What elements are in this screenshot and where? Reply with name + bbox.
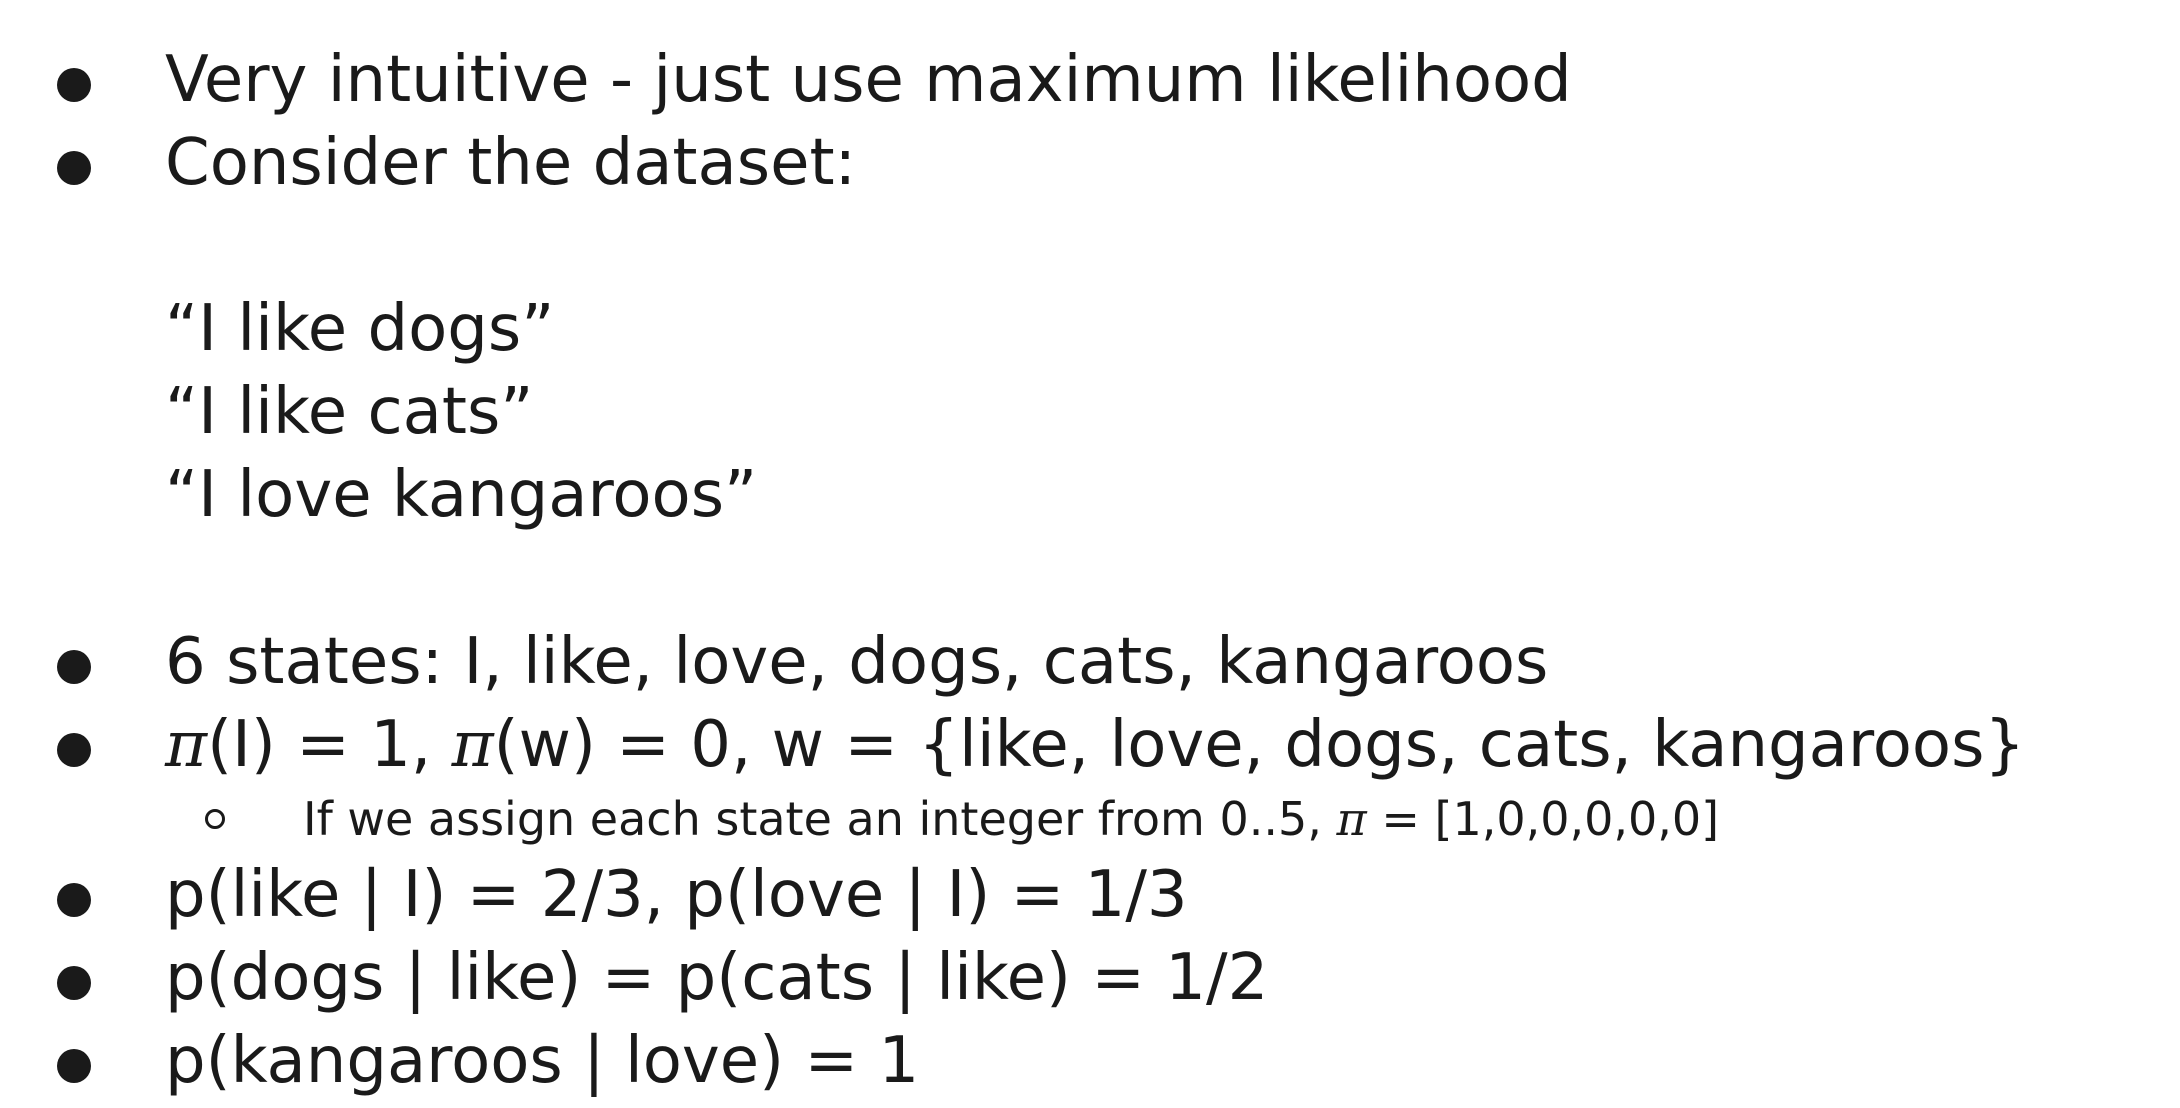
bullet-item-2: Consider the dataset: — [0, 121, 2180, 205]
dataset-sentence: “I like cats” — [165, 375, 534, 449]
bullet-dot — [57, 650, 91, 684]
sub-bullet-text: If we assign each state an integer from … — [303, 787, 1719, 851]
bullet-dot — [57, 151, 91, 185]
bullet-dot — [57, 883, 91, 917]
bullet-item-4: π(I) = 1, π(w) = 0, w = {like, love, dog… — [0, 703, 2180, 787]
bullet-text: 6 states: I, like, love, dogs, cats, kan… — [165, 625, 1549, 699]
sub-text-part: If we assign each state an integer from … — [303, 792, 1337, 846]
bullet-text: π(I) = 1, π(w) = 0, w = {like, love, dog… — [165, 703, 2025, 787]
bullet-item-1: Very intuitive - just use maximum likeli… — [0, 38, 2180, 122]
dataset-line-1: “I like dogs” — [0, 287, 2180, 371]
dataset-sentence: “I love kangaroos” — [165, 458, 758, 532]
bullet-item-3: 6 states: I, like, love, dogs, cats, kan… — [0, 620, 2180, 704]
bullet-dot — [57, 1049, 91, 1083]
pi-symbol: π — [1336, 792, 1367, 846]
dataset-sentence: “I like dogs” — [165, 292, 555, 366]
bullet-text: Very intuitive - just use maximum likeli… — [165, 43, 1572, 117]
pi-symbol: π — [451, 708, 494, 782]
bullet-dot — [57, 966, 91, 1000]
bullet-item-6: p(dogs | like) = p(cats | like) = 1/2 — [0, 936, 2180, 1020]
bullet-text: Consider the dataset: — [165, 126, 857, 200]
pi-other-text: (w) = 0, w = {like, love, dogs, cats, ka… — [493, 708, 2026, 782]
bullet-item-7: p(kangaroos | love) = 1 — [0, 1019, 2180, 1103]
pi-initial-text: (I) = 1, — [207, 708, 452, 782]
dataset-line-3: “I love kangaroos” — [0, 453, 2180, 537]
sub-bullet-item: If we assign each state an integer from … — [0, 787, 2180, 851]
bullet-item-5: p(like | I) = 2/3, p(love | I) = 1/3 — [0, 853, 2180, 937]
bullet-text: p(dogs | like) = p(cats | like) = 1/2 — [165, 941, 1269, 1015]
bullet-dot — [57, 733, 91, 767]
hollow-bullet — [205, 809, 225, 829]
bullet-dot — [57, 68, 91, 102]
sub-text-part: = [1,0,0,0,0,0] — [1366, 792, 1720, 846]
bullet-text: p(kangaroos | love) = 1 — [165, 1024, 920, 1098]
dataset-line-2: “I like cats” — [0, 370, 2180, 454]
bullet-text: p(like | I) = 2/3, p(love | I) = 1/3 — [165, 858, 1188, 932]
pi-symbol: π — [165, 708, 208, 782]
